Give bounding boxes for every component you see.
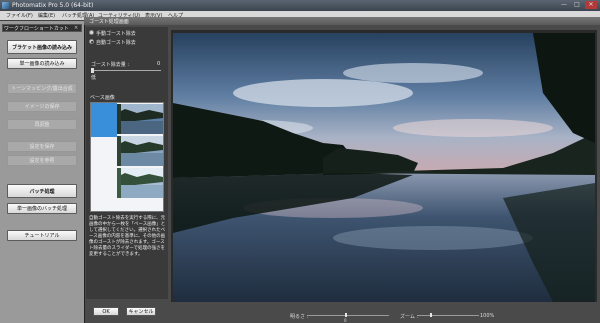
base-image-label: ベース画像 [90,95,115,101]
shortcuts-close-icon[interactable]: × [74,25,78,31]
dialog-title: ゴースト処理画面 [89,19,129,25]
thumbnail-2[interactable] [117,136,163,166]
zoom-label: ズーム : [400,314,419,320]
preview-image[interactable] [173,33,595,302]
auto-deghost-label: 自動ゴースト除去 [96,40,136,46]
zoom-slider-thumb[interactable] [430,313,432,317]
single-batch-button[interactable]: 単一画像のバッチ処理 [7,203,77,214]
load-single-button[interactable]: 単一画像の読み込み [7,58,77,69]
app-title: Photomatix Pro 5.0 (64-bit) [12,2,94,9]
ok-button[interactable]: OK [93,307,119,316]
brightness-label: 明るさ : [290,314,309,320]
readjust-button[interactable]: 再調整 [7,119,77,130]
shortcuts-title: ワークフローショートカット [4,26,69,32]
strength-value: 0 [157,61,161,67]
brightness-slider-thumb[interactable] [345,313,347,317]
strength-label: ゴースト除去量 : [91,62,130,68]
save-settings-button[interactable]: 設定を保存 [7,141,77,152]
thumbnail-3[interactable] [117,168,163,198]
menu-edit[interactable]: 編集(E) [38,12,55,19]
zoom-slider-track[interactable] [417,315,479,316]
close-icon[interactable]: ✕ [585,1,597,9]
manual-deghost-label: 手動ゴースト除去 [96,31,136,37]
cancel-button[interactable]: キャンセル [126,307,156,316]
minimize-icon[interactable]: — [558,1,570,9]
strength-slider-thumb[interactable] [91,68,94,73]
tonemapping-button[interactable]: トーンマッピング/露出合成 [7,83,77,94]
base-image-selection-indicator[interactable] [91,103,117,137]
save-image-button[interactable]: イメージの保存 [7,101,77,112]
brightness-value: 0 [344,318,347,323]
load-bracketed-button[interactable]: ブラケット画像の読み込み [7,40,77,54]
batch-process-button[interactable]: バッチ処理 [7,184,77,198]
thumbnail-1[interactable] [117,104,163,134]
strength-min-label: 低 [91,75,97,81]
deghost-description: 自動ゴースト除去を実行する際に、元画像の中から一枚を「ベース画像」として選択して… [89,216,166,257]
strength-slider-track[interactable] [91,70,161,71]
load-settings-button[interactable]: 設定を参照 [7,155,77,166]
maximize-icon[interactable]: □ [571,1,583,9]
brightness-slider-track[interactable] [307,315,389,316]
manual-deghost-radio[interactable] [89,30,94,35]
menu-file[interactable]: ファイル(F) [6,12,33,19]
zoom-value: 100% [480,313,495,319]
app-icon [2,2,9,9]
auto-deghost-radio[interactable] [89,39,94,44]
tutorial-button[interactable]: チュートリアル [7,230,77,241]
dialog-title-bar [84,17,600,25]
